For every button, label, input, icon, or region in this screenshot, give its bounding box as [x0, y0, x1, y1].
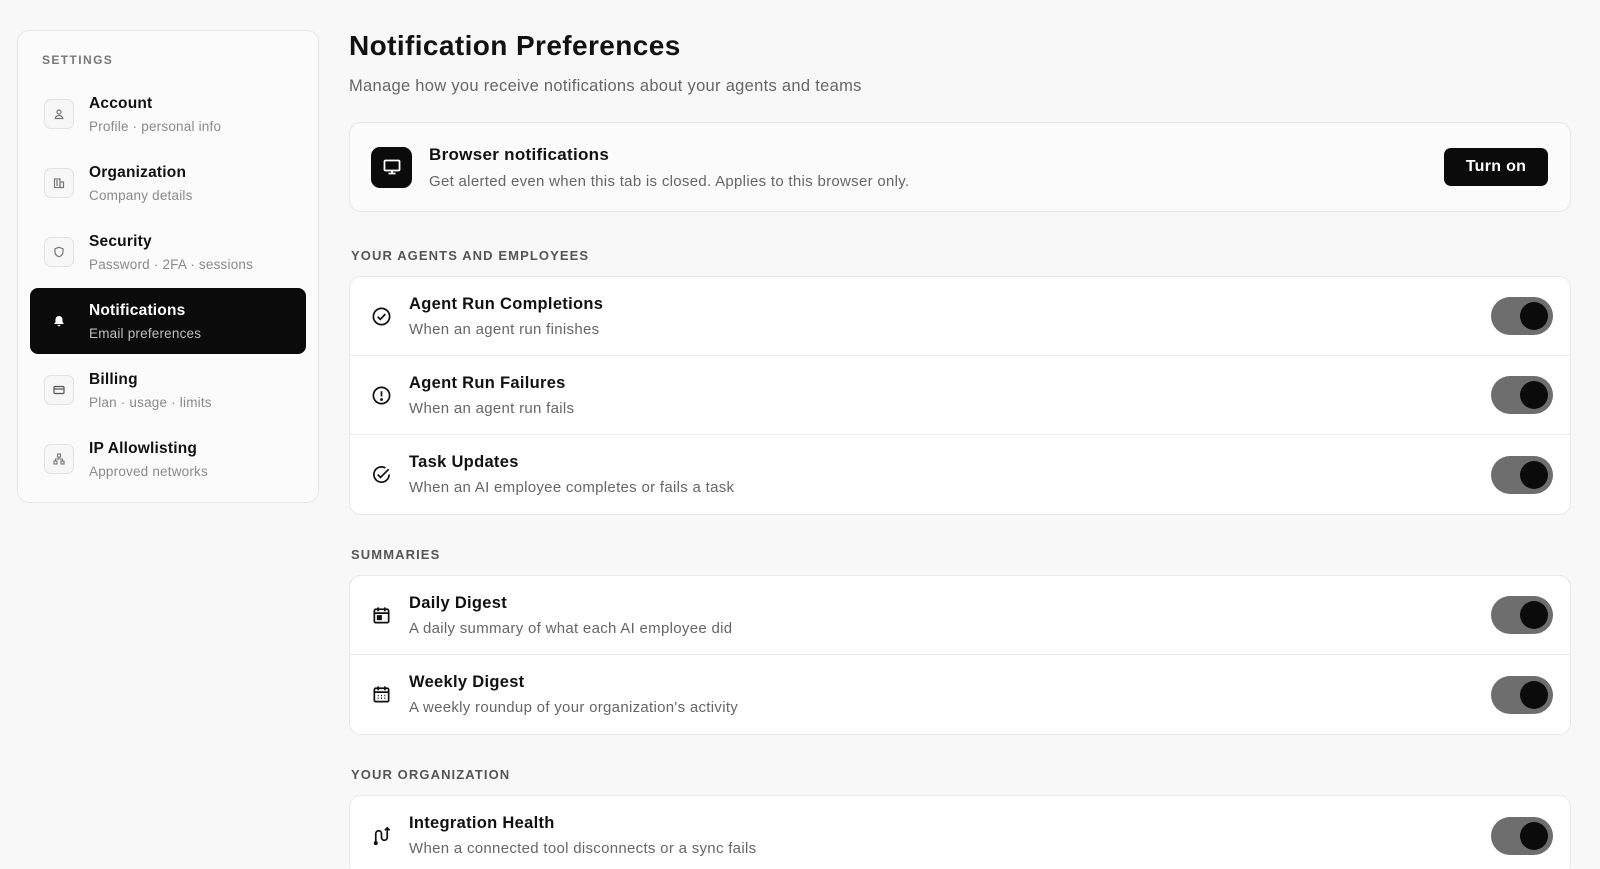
- user-icon: [44, 99, 74, 129]
- bell-icon: [44, 306, 74, 336]
- toggle-knob: [1520, 680, 1548, 709]
- section-heading-organization: YOUR ORGANIZATION: [351, 767, 511, 782]
- shield-icon: [44, 237, 74, 267]
- section-heading-summaries: SUMMARIES: [351, 547, 441, 562]
- notification-description: When an AI employee completes or fails a…: [409, 479, 735, 496]
- sidebar-item-subtitle: Email preferences: [89, 325, 202, 341]
- sidebar-item-label: Billing: [89, 370, 138, 388]
- calendar-week-icon: [370, 684, 392, 706]
- main-content: Notification Preferences Manage how you …: [349, 30, 1571, 869]
- task-updates-toggle[interactable]: [1491, 455, 1553, 494]
- weekly-digest-toggle[interactable]: [1491, 675, 1553, 714]
- toggle-knob: [1520, 821, 1548, 850]
- sidebar-item-label: IP Allowlisting: [89, 439, 198, 457]
- notification-description: When an agent run finishes: [409, 320, 600, 338]
- sidebar-item-subtitle: Company details: [89, 187, 193, 203]
- settings-sidebar: SETTINGS Account Profile · personal info…: [17, 30, 319, 503]
- sidebar-item-security[interactable]: Security Password · 2FA · sessions: [30, 219, 306, 285]
- calendar-day-icon: [370, 604, 392, 626]
- agents-notifications-card: Agent Run Completions When an agent run …: [349, 276, 1571, 515]
- notification-description: A daily summary of what each AI employee…: [409, 619, 733, 637]
- check-circle-icon: [370, 464, 392, 486]
- sidebar-item-subtitle: Profile · personal info: [89, 118, 222, 134]
- sidebar-heading: SETTINGS: [42, 53, 114, 67]
- notification-description: When a connected tool disconnects or a s…: [409, 840, 757, 857]
- sidebar-item-subtitle: Password · 2FA · sessions: [89, 256, 254, 272]
- sidebar-item-label: Security: [89, 232, 152, 250]
- network-icon: [44, 444, 74, 474]
- notification-title: Weekly Digest: [409, 673, 525, 691]
- summaries-card: Daily Digest A daily summary of what eac…: [349, 575, 1571, 735]
- integration-health-toggle[interactable]: [1491, 816, 1553, 855]
- building-icon: [44, 168, 74, 198]
- sidebar-item-label: Organization: [89, 163, 187, 181]
- sidebar-item-notifications[interactable]: Notifications Email preferences: [30, 288, 306, 354]
- toggle-knob: [1520, 302, 1548, 330]
- sidebar-item-ip-allowlisting[interactable]: IP Allowlisting Approved networks: [30, 426, 306, 492]
- notification-row-daily-digest: Daily Digest A daily summary of what eac…: [350, 576, 1570, 655]
- browser-notifications-title: Browser notifications: [429, 144, 610, 164]
- page-subtitle: Manage how you receive notifications abo…: [349, 77, 862, 95]
- notification-row-agent-run-completions: Agent Run Completions When an agent run …: [350, 277, 1570, 356]
- alert-circle-icon: [370, 384, 392, 406]
- toggle-knob: [1520, 381, 1548, 409]
- agent-run-failures-toggle[interactable]: [1491, 376, 1553, 414]
- notification-row-weekly-digest: Weekly Digest A weekly roundup of your o…: [350, 655, 1570, 734]
- monitor-icon: [371, 146, 412, 188]
- notification-title: Agent Run Failures: [409, 373, 566, 392]
- credit-card-icon: [44, 375, 74, 405]
- sidebar-item-organization[interactable]: Organization Company details: [30, 150, 306, 216]
- section-heading-agents: YOUR AGENTS AND EMPLOYEES: [351, 248, 590, 263]
- sidebar-item-subtitle: Approved networks: [89, 463, 208, 479]
- settings-page: SETTINGS Account Profile · personal info…: [0, 0, 1600, 869]
- sidebar-item-subtitle: Plan · usage · limits: [89, 394, 212, 410]
- agent-run-completions-toggle[interactable]: [1491, 297, 1553, 335]
- turn-on-button[interactable]: Turn on: [1444, 148, 1548, 186]
- check-circle-icon: [370, 305, 392, 327]
- toggle-knob: [1520, 460, 1548, 489]
- page-title: Notification Preferences: [349, 30, 681, 61]
- notification-title: Task Updates: [409, 453, 519, 471]
- daily-digest-toggle[interactable]: [1491, 596, 1553, 634]
- notification-row-agent-run-failures: Agent Run Failures When an agent run fai…: [350, 356, 1570, 435]
- notification-title: Daily Digest: [409, 593, 508, 612]
- sidebar-item-account[interactable]: Account Profile · personal info: [30, 81, 306, 147]
- sidebar-item-label: Account: [89, 94, 153, 112]
- notification-title: Integration Health: [409, 814, 555, 832]
- sidebar-item-label: Notifications: [89, 301, 186, 319]
- organization-card: Integration Health When a connected tool…: [349, 795, 1571, 869]
- notification-description: When an agent run fails: [409, 399, 575, 417]
- sidebar-item-billing[interactable]: Billing Plan · usage · limits: [30, 357, 306, 423]
- notification-row-task-updates: Task Updates When an AI employee complet…: [350, 435, 1570, 514]
- browser-notifications-description: Get alerted even when this tab is closed…: [429, 172, 910, 190]
- notification-row-integration-health: Integration Health When a connected tool…: [350, 796, 1570, 869]
- toggle-knob: [1520, 601, 1548, 629]
- route-icon: [370, 825, 392, 847]
- notification-title: Agent Run Completions: [409, 294, 604, 313]
- browser-notifications-card: Browser notifications Get alerted even w…: [349, 122, 1571, 212]
- notification-description: A weekly roundup of your organization's …: [409, 699, 739, 716]
